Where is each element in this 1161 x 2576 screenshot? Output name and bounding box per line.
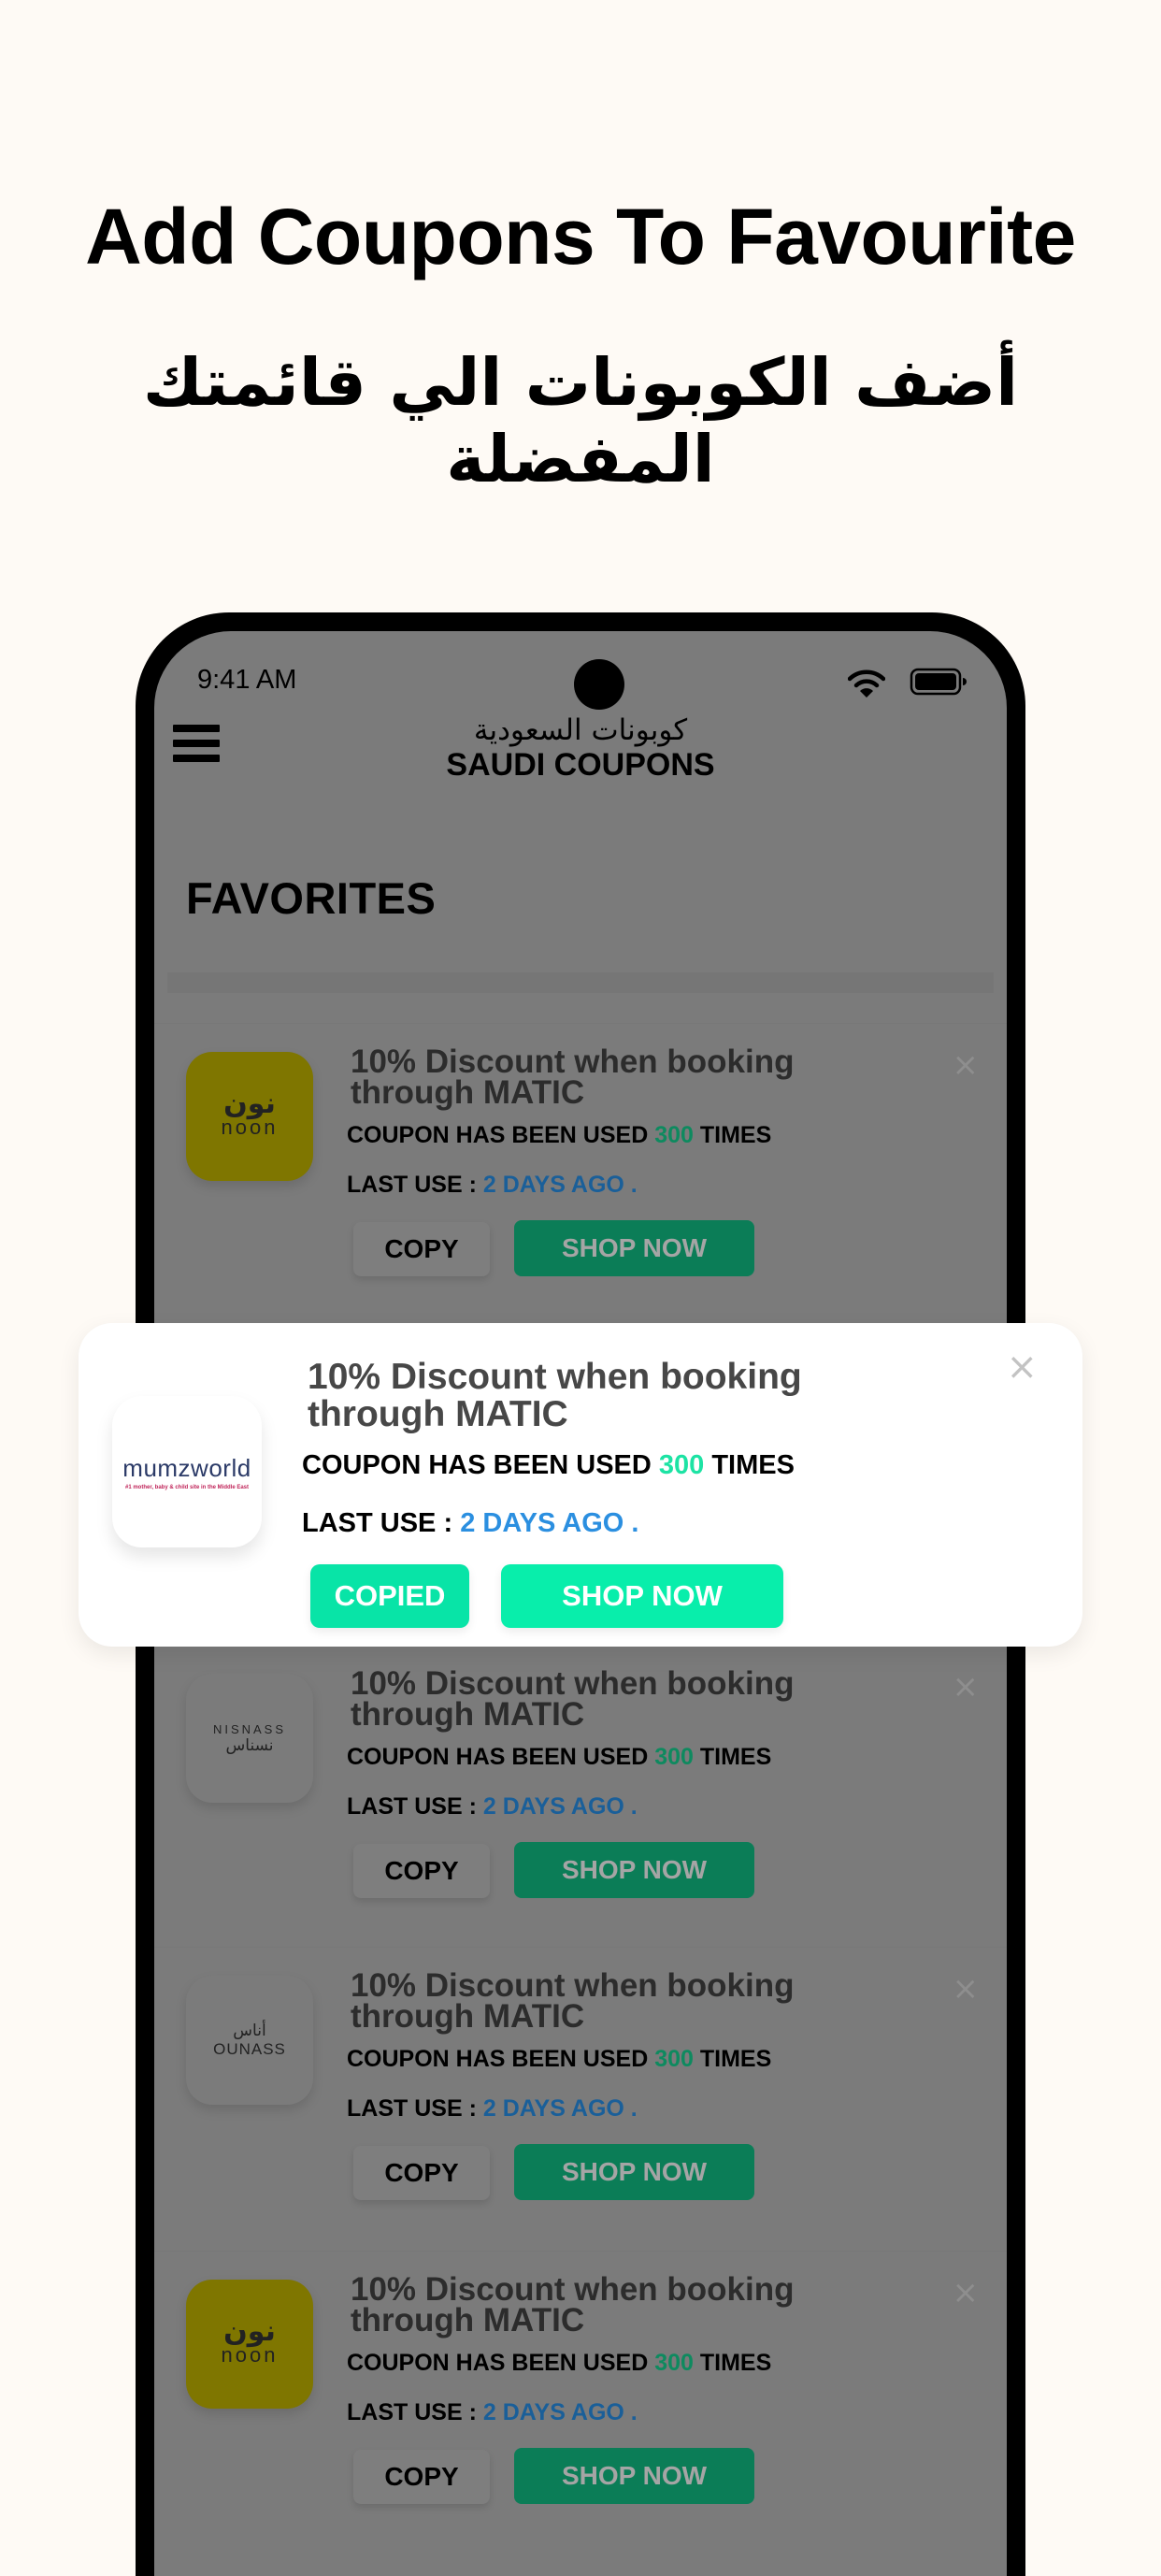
brand-logo-noon: نون noon <box>186 1052 313 1181</box>
divider <box>167 972 994 993</box>
usage-suffix: TIMES <box>699 1744 772 1770</box>
status-time: 9:41 AM <box>197 665 297 695</box>
usage-prefix: COUPON HAS BEEN USED <box>347 1744 649 1770</box>
last-use-label: LAST USE : <box>347 2399 477 2425</box>
coupon-last-use: LAST USE : 2 DAYS AGO . <box>347 2095 638 2123</box>
noon-logo-mark: نون <box>223 2316 276 2347</box>
usage-count: 300 <box>658 1450 705 1480</box>
shop-now-button[interactable]: SHOP NOW <box>514 2448 754 2504</box>
brand-logo-mumzworld: mumzworld #1 mother, baby & child site i… <box>112 1396 262 1547</box>
coupon-title: 10% Discount when booking through MATIC <box>351 1043 795 1111</box>
coupon-title: 10% Discount when booking through MATIC <box>351 1967 795 2035</box>
last-use-label: LAST USE : <box>347 1793 477 1820</box>
last-use-value: 2 DAYS AGO . <box>460 1508 639 1538</box>
copy-button[interactable]: COPY <box>353 2450 490 2504</box>
usage-prefix: COUPON HAS BEEN USED <box>347 1122 649 1148</box>
shop-now-button[interactable]: SHOP NOW <box>514 1842 754 1898</box>
copy-button[interactable]: COPY <box>353 2146 490 2200</box>
remove-favorite-close-icon[interactable]: × <box>953 1046 980 1084</box>
copy-button[interactable]: COPY <box>353 1222 490 1276</box>
promo-subtitle-arabic: أضف الكوبونات الي قائمتك المفضلة <box>142 344 1019 497</box>
brand-logo-nisnass: NISNASS نسناس <box>186 1674 313 1803</box>
coupon-card: نون noon 10% Discount when booking throu… <box>154 1024 1007 1314</box>
last-use-label: LAST USE : <box>347 1172 477 1198</box>
usage-count: 300 <box>654 2046 694 2072</box>
ounass-logo-arabic: أناس <box>233 2022 266 2040</box>
coupon-card: أناس OUNASS 10% Discount when booking th… <box>154 1948 1007 2238</box>
brand-logo-noon: نون noon <box>186 2280 313 2409</box>
noon-logo-text: noon <box>221 2343 279 2367</box>
coupon-title: 10% Discount when booking through MATIC <box>351 1665 795 1733</box>
usage-suffix: TIMES <box>699 2350 772 2376</box>
nisnass-logo-text: NISNASS <box>212 1721 287 1736</box>
usage-count: 300 <box>654 1744 694 1770</box>
usage-count: 300 <box>654 2350 694 2376</box>
coupon-usage: COUPON HAS BEEN USED 300 TIMES <box>347 1122 771 1149</box>
noon-logo-text: noon <box>221 1115 279 1139</box>
usage-suffix: TIMES <box>699 1122 772 1148</box>
battery-icon <box>910 668 967 696</box>
wifi-icon <box>848 669 885 698</box>
coupon-title: 10% Discount when booking through MATIC <box>351 2271 795 2339</box>
mumzworld-tagline: #1 mother, baby & child site in the Midd… <box>124 1484 250 1490</box>
shop-now-button[interactable]: SHOP NOW <box>501 1564 783 1628</box>
app-title-arabic: كوبونات السعودية <box>473 713 688 747</box>
favorites-heading: FAVORITES <box>186 873 437 923</box>
copy-button[interactable]: COPY <box>353 1844 490 1898</box>
coupon-usage: COUPON HAS BEEN USED 300 TIMES <box>347 2046 771 2073</box>
last-use-value: 2 DAYS AGO . <box>482 2095 638 2122</box>
coupon-card: NISNASS نسناس 10% Discount when booking … <box>154 1646 1007 1936</box>
remove-favorite-close-icon[interactable]: × <box>953 1668 980 1705</box>
last-use-value: 2 DAYS AGO . <box>482 2399 638 2425</box>
usage-suffix: TIMES <box>711 1450 795 1480</box>
coupon-last-use: LAST USE : 2 DAYS AGO . <box>347 2399 638 2426</box>
promo-title: Add Coupons To Favourite <box>85 193 1076 281</box>
usage-count: 300 <box>654 1122 694 1148</box>
copied-button[interactable]: COPIED <box>310 1564 469 1628</box>
coupon-last-use: LAST USE : 2 DAYS AGO . <box>302 1508 638 1539</box>
usage-prefix: COUPON HAS BEEN USED <box>302 1450 652 1480</box>
remove-favorite-close-icon[interactable]: × <box>953 2274 980 2311</box>
coupon-title: 10% Discount when booking through MATIC <box>308 1357 802 1434</box>
nisnass-logo-arabic: نسناس <box>225 1735 274 1755</box>
last-use-label: LAST USE : <box>347 2095 477 2122</box>
remove-favorite-close-icon[interactable]: × <box>1006 1346 1038 1389</box>
usage-suffix: TIMES <box>699 2046 772 2072</box>
last-use-label: LAST USE : <box>302 1508 453 1538</box>
coupon-usage: COUPON HAS BEEN USED 300 TIMES <box>347 2350 771 2377</box>
last-use-value: 2 DAYS AGO . <box>482 1793 638 1820</box>
highlighted-coupon-card: mumzworld #1 mother, baby & child site i… <box>79 1323 1082 1647</box>
ounass-logo-text: OUNASS <box>213 2040 286 2058</box>
remove-favorite-close-icon[interactable]: × <box>953 1970 980 2008</box>
coupon-usage: COUPON HAS BEEN USED 300 TIMES <box>302 1450 795 1481</box>
shop-now-button[interactable]: SHOP NOW <box>514 1220 754 1276</box>
app-title: SAUDI COUPONS <box>446 747 715 783</box>
front-camera <box>574 659 624 710</box>
mumzworld-logo-text: mumzworld <box>122 1453 251 1482</box>
last-use-value: 2 DAYS AGO . <box>482 1172 638 1198</box>
usage-prefix: COUPON HAS BEEN USED <box>347 2350 649 2376</box>
coupon-last-use: LAST USE : 2 DAYS AGO . <box>347 1793 638 1820</box>
coupon-card: نون noon 10% Discount when booking throu… <box>154 2252 1007 2541</box>
shop-now-button[interactable]: SHOP NOW <box>514 2144 754 2200</box>
coupon-last-use: LAST USE : 2 DAYS AGO . <box>347 1172 638 1199</box>
coupon-usage: COUPON HAS BEEN USED 300 TIMES <box>347 1744 771 1771</box>
noon-logo-mark: نون <box>223 1088 276 1119</box>
usage-prefix: COUPON HAS BEEN USED <box>347 2046 649 2072</box>
brand-logo-ounass: أناس OUNASS <box>186 1976 313 2105</box>
